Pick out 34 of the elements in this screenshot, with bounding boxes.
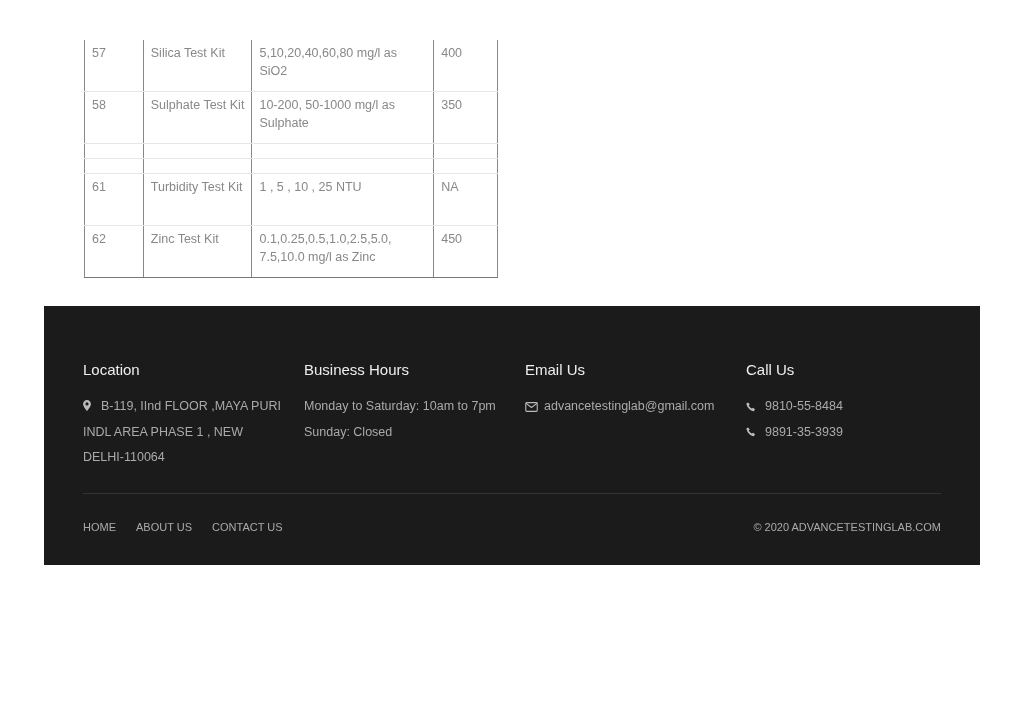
product-cell: Zinc Test Kit [143,225,252,278]
envelope-icon [525,401,538,412]
footer-nav-link[interactable]: CONTACT US [212,520,283,533]
product-cell: Sulphate Test Kit [143,91,252,144]
range-cell: 5,10,20,40,60,80 mg/l as SiO2 [251,40,434,92]
product-cell: Turbidity Test Kit [143,173,252,226]
phone-number: 9891-35-3939 [765,423,843,441]
range-cell: 10-200, 50-1000 mg/l as Sulphate [251,91,434,144]
price-cell: 350 [433,91,498,144]
map-pin-icon [83,400,91,411]
hours-text: Monday to Saturday: 10am to 7pm [304,398,497,415]
column-heading: Location [83,361,141,378]
hours-text: Sunday: Closed [304,423,394,441]
range-cell: 0.1,0.25,0.5,1.0,2.5,5.0, 7.5,10.0 mg/l as Zinc [251,225,434,278]
phone-icon [746,401,756,412]
range-cell: 1 , 5 , 10 , 25 NTU [251,173,434,226]
copyright-text: © 2020 ADVANCETESTINGLAB.COM [753,520,941,533]
number-cell: 61 [84,173,144,226]
product-cell: Silica Test Kit [143,40,252,92]
column-heading: Email Us [525,361,586,378]
price-cell: 400 [433,40,498,92]
number-cell: 57 [84,40,144,92]
phone-number: 9810-55-8484 [765,398,843,415]
number-cell: 62 [84,225,144,278]
footer-nav-link[interactable]: HOME [83,520,116,533]
phone-icon [746,427,756,438]
footer-nav-link[interactable]: ABOUT US [136,520,193,533]
column-heading: Call Us [746,361,796,378]
number-cell: 58 [84,91,144,144]
email-link[interactable]: advancetestinglab@gmail.com [544,394,715,420]
price-cell: NA [433,173,498,226]
column-heading: Business Hours [304,361,411,378]
price-cell: 450 [433,225,498,278]
address-text: B-119, IInd FLOOR ,MAYA PURI INDL AREA PHASE 1 , NEW DELHI-110064 [83,398,282,466]
